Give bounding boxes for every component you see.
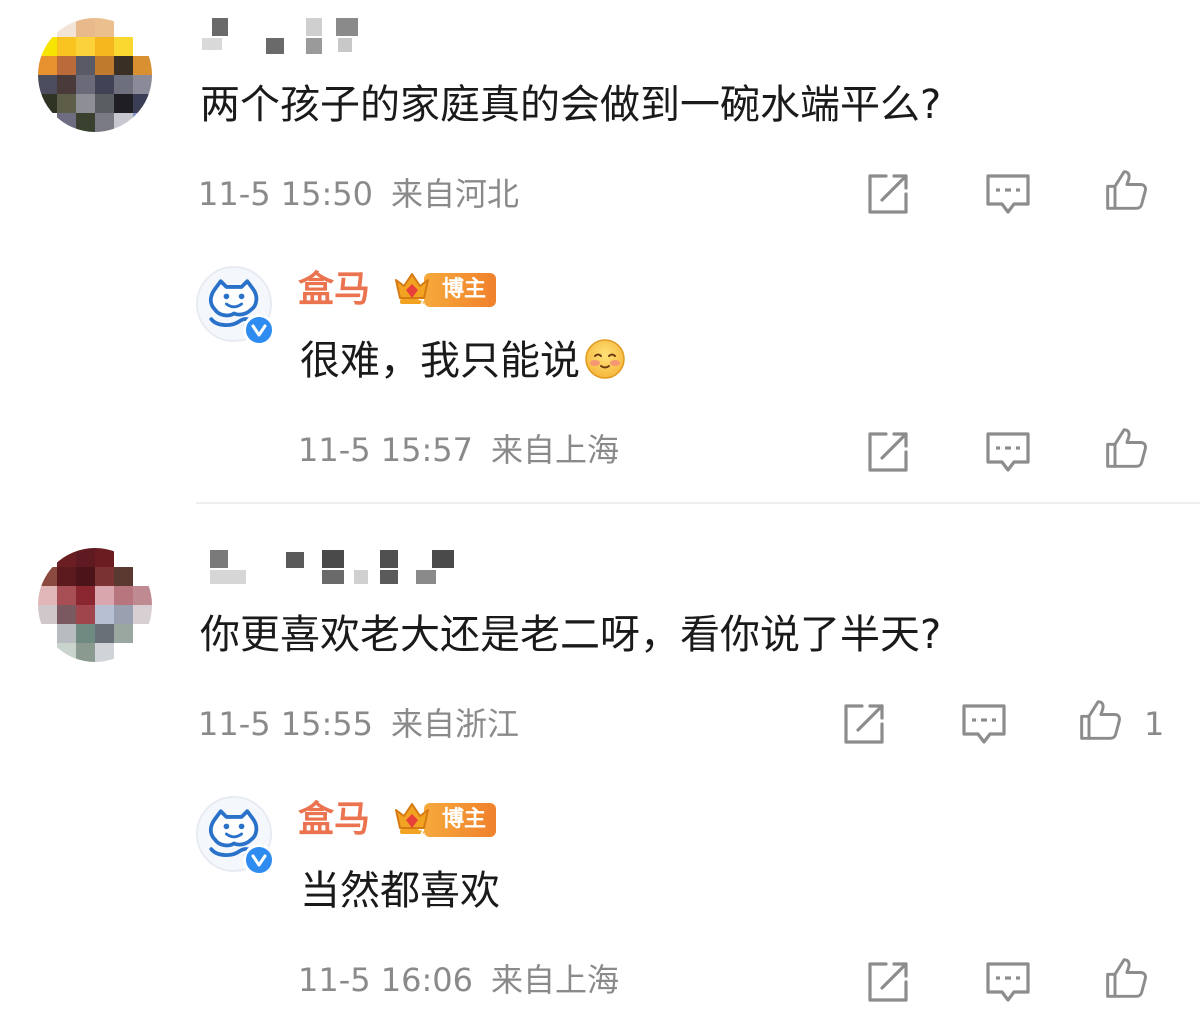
crown-icon: 7 [392,268,432,308]
reply-comment-button[interactable] [984,430,1032,474]
reply-time: 11-5 15:57 [298,431,474,469]
reply-meta: 11-5 16:06 来自上海 [298,960,619,1000]
comment-time: 11-5 15:55 [198,705,374,743]
reply-text: 很难，我只能说 [300,336,626,386]
blushing-smile-icon [584,338,626,380]
comment-button[interactable] [960,702,1008,746]
user-avatar[interactable] [38,548,152,662]
comment-thread: 两个孩子的家庭真的会做到一碗水端平么? 11-5 15:50 来自河北 盒马 博… [0,0,1200,502]
verified-badge [243,314,275,346]
like-button[interactable] [1102,168,1150,212]
user-avatar[interactable] [38,18,152,132]
repost-icon [868,174,908,214]
comment-location: 来自河北 [391,175,520,213]
comment-meta: 11-5 15:50 来自河北 [198,174,519,214]
reply-meta: 11-5 15:57 来自上海 [298,430,619,470]
reply-author-name[interactable]: 盒马 [298,268,370,312]
thumbs-up-icon [1106,958,1147,998]
comment-time: 11-5 15:50 [198,175,374,213]
repost-icon [844,704,884,744]
reply-repost-button[interactable] [864,960,912,1004]
thumbs-up-icon [1080,700,1121,740]
comment-icon [986,174,1030,214]
comment-icon [986,962,1030,1002]
like-count: 1 [1144,705,1165,743]
comment-icon [986,432,1030,472]
thumbs-up-icon [1106,428,1147,468]
reply-location: 来自上海 [491,961,620,999]
reply-text-content: 很难，我只能说 [300,338,580,384]
comment-button[interactable] [984,172,1032,216]
reply-like-button[interactable] [1102,426,1150,470]
comment-icon [962,704,1006,744]
verified-badge [243,844,275,876]
reply-like-button[interactable] [1102,956,1150,1000]
blogger-badge: 博主 [424,803,497,837]
repost-button[interactable] [864,172,912,216]
repost-icon [868,962,908,1002]
reply-text: 当然都喜欢 [300,868,500,914]
comment-text: 两个孩子的家庭真的会做到一碗水端平么? [200,82,942,128]
username-pixelated[interactable] [204,550,464,588]
repost-button[interactable] [840,702,888,746]
blogger-badge: 博主 [424,273,497,307]
reply-location: 来自上海 [491,431,620,469]
comment-location: 来自浙江 [391,705,520,743]
username-pixelated[interactable] [198,18,368,56]
comment-meta: 11-5 15:55 来自浙江 [198,704,519,744]
svg-text:7: 7 [418,298,425,308]
reply-comment-button[interactable] [984,960,1032,1004]
like-button[interactable] [1076,698,1124,742]
reply-author-name[interactable]: 盒马 [298,798,370,842]
verified-icon [251,324,267,337]
thumbs-up-icon [1106,170,1147,210]
comment-thread: 你更喜欢老大还是老二呀，看你说了半天? 11-5 15:55 来自浙江 1 盒马… [0,504,1200,1019]
svg-text:7: 7 [418,828,425,838]
reply-time: 11-5 16:06 [298,961,474,999]
repost-icon [868,432,908,472]
comment-text: 你更喜欢老大还是老二呀，看你说了半天? [200,612,942,658]
crown-icon: 7 [392,798,432,838]
reply-repost-button[interactable] [864,430,912,474]
verified-icon [251,854,267,867]
